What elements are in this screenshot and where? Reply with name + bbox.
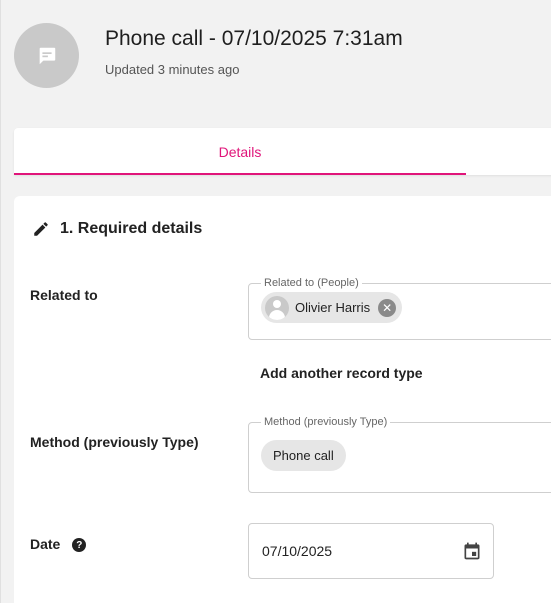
active-tab-indicator: [14, 173, 466, 175]
section-header: 1. Required details: [32, 220, 202, 238]
tab-details-label: Details: [218, 143, 262, 160]
related-to-field[interactable]: Related to (People) Olivier Harris ✕: [248, 277, 551, 340]
page-title: Phone call - 07/10/2025 7:31am: [105, 27, 403, 50]
pencil-icon: [34, 222, 48, 236]
method-label: Method (previously Type): [30, 434, 199, 450]
tab-details[interactable]: Details: [14, 128, 466, 175]
method-field[interactable]: Method (previously Type) Phone call: [248, 416, 551, 493]
date-label: Date: [30, 536, 61, 552]
record-header: Phone call - 07/10/2025 7:31am Updated 3…: [0, 0, 551, 112]
page: Phone call - 07/10/2025 7:31am Updated 3…: [0, 0, 551, 603]
related-person-chip[interactable]: Olivier Harris ✕: [261, 292, 403, 323]
message-icon: [39, 47, 55, 64]
tab-bar: Details: [14, 128, 551, 175]
add-record-type-button[interactable]: Add another record type: [260, 365, 423, 381]
remove-chip-icon[interactable]: ✕: [378, 298, 397, 317]
details-card: 1. Required details Related to Related t…: [14, 196, 551, 603]
section-title: 1. Required details: [60, 220, 203, 237]
date-label-row: Date ?: [30, 536, 87, 553]
person-avatar-icon: [265, 295, 289, 320]
date-input[interactable]: 07/10/2025: [248, 523, 494, 579]
updated-timestamp: Updated 3 minutes ago: [105, 62, 240, 77]
calendar-icon[interactable]: [462, 541, 482, 561]
method-legend: Method (previously Type): [264, 416, 388, 428]
record-avatar: [14, 23, 79, 88]
method-chip[interactable]: Phone call: [261, 440, 346, 471]
method-chip-label: Phone call: [273, 448, 334, 463]
related-to-label: Related to: [30, 287, 98, 303]
related-to-legend: Related to (People): [264, 277, 359, 289]
date-value: 07/10/2025: [262, 543, 333, 559]
related-person-name: Olivier Harris: [295, 300, 371, 315]
help-icon[interactable]: ?: [72, 538, 87, 553]
